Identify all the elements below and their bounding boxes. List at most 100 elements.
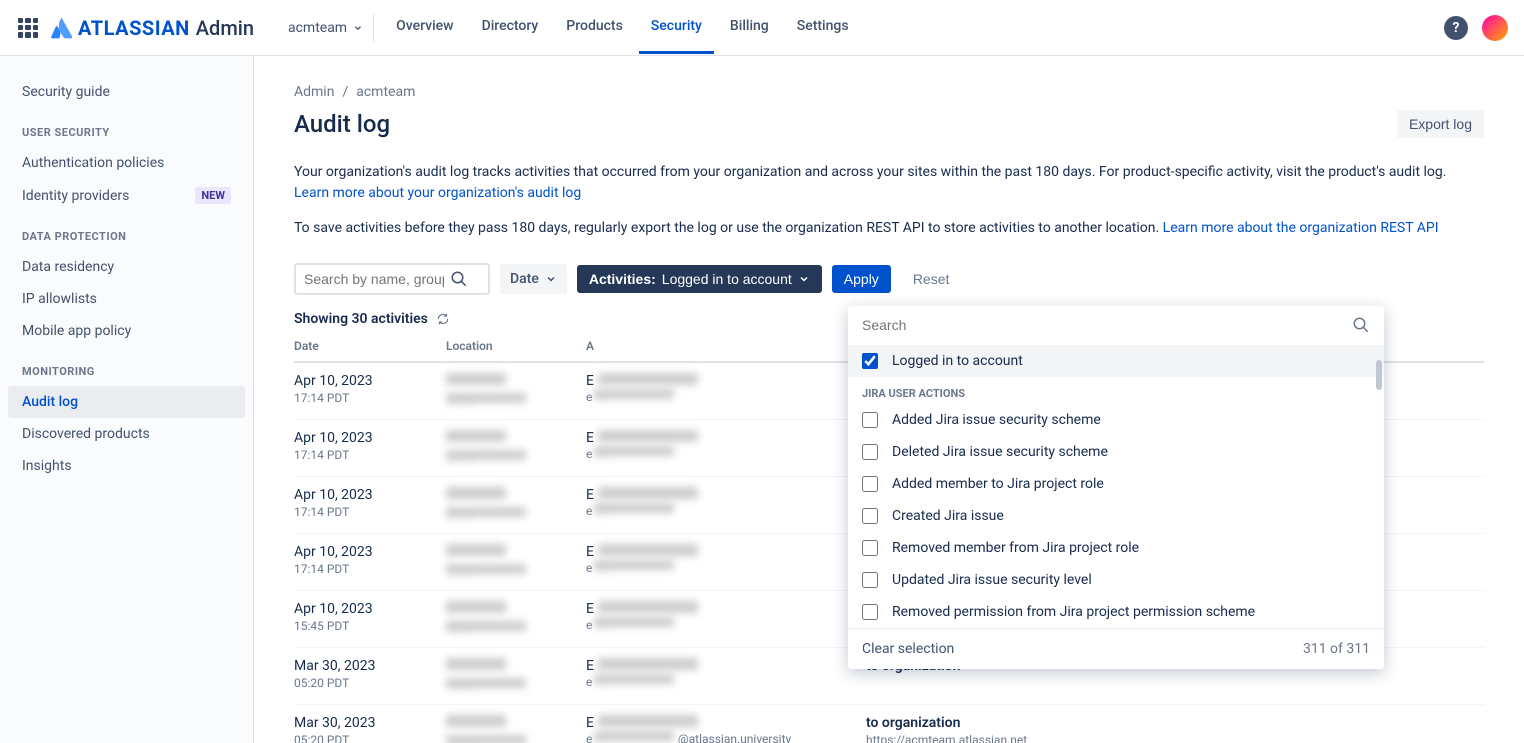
checkbox[interactable] <box>862 508 878 524</box>
checkbox[interactable] <box>862 604 878 620</box>
date-cell: Apr 10, 2023 17:14 PDT <box>294 430 446 466</box>
dropdown-item-label: Created Jira issue <box>892 508 1004 524</box>
reset-button[interactable]: Reset <box>901 265 962 293</box>
nav-security[interactable]: Security <box>639 1 714 54</box>
search-box[interactable] <box>294 263 490 295</box>
sidebar-item-label: Mobile app policy <box>22 323 131 339</box>
date-cell: Apr 10, 2023 15:45 PDT <box>294 601 446 637</box>
dropdown-item[interactable]: Added Jira issue security scheme <box>848 404 1384 436</box>
top-nav: ATLASSIAN Admin acmteam Overview Directo… <box>0 0 1524 56</box>
sidebar-heading-monitoring: MONITORING <box>8 347 245 386</box>
sidebar-heading-user-security: USER SECURITY <box>8 108 245 147</box>
dropdown-item[interactable]: Removed permission from Jira project per… <box>848 596 1384 628</box>
brand-name: ATLASSIAN <box>78 16 190 40</box>
dropdown-item[interactable]: Deleted Jira issue security scheme <box>848 436 1384 468</box>
dropdown-item[interactable]: Updated Jira issue security level <box>848 564 1384 596</box>
dropdown-scrollbar[interactable] <box>1376 360 1382 390</box>
dropdown-footer: Clear selection 311 of 311 <box>848 628 1384 669</box>
sidebar-data-residency[interactable]: Data residency <box>8 251 245 283</box>
main-content: Admin / acmteam Audit log Export log You… <box>254 56 1524 743</box>
checkbox[interactable] <box>862 444 878 460</box>
dropdown-item-selected[interactable]: Logged in to account <box>848 345 1384 377</box>
chevron-down-icon <box>798 273 810 285</box>
sidebar-item-label: Audit log <box>22 394 78 410</box>
checkbox[interactable] <box>862 540 878 556</box>
col-actor: A <box>586 339 866 353</box>
org-selector[interactable]: acmteam <box>278 14 374 42</box>
filters-row: Date Activities: Logged in to account Ap… <box>294 263 1484 295</box>
checkbox[interactable] <box>862 572 878 588</box>
sidebar-item-label: Insights <box>22 458 72 474</box>
refresh-icon[interactable] <box>436 312 450 326</box>
sidebar-security-guide[interactable]: Security guide <box>8 76 245 108</box>
search-input[interactable] <box>304 271 444 287</box>
table-row[interactable]: Mar 30, 2023 05:20 PDT xxxx xxxx Exxxx e… <box>294 705 1484 743</box>
sidebar-mobile-app-policy[interactable]: Mobile app policy <box>8 315 245 347</box>
search-icon <box>1352 316 1370 334</box>
dropdown-item-label: Removed member from Jira project role <box>892 540 1139 556</box>
dropdown-item-label: Added Jira issue security scheme <box>892 412 1101 428</box>
apply-button[interactable]: Apply <box>832 265 891 293</box>
sidebar-ip-allowlists[interactable]: IP allowlists <box>8 283 245 315</box>
actor-cell: Exxxx exx <box>586 373 866 409</box>
avatar[interactable] <box>1482 15 1508 41</box>
learn-more-api-link[interactable]: Learn more about the organization REST A… <box>1163 220 1439 236</box>
checkbox[interactable] <box>862 353 878 369</box>
breadcrumb-org[interactable]: acmteam <box>356 84 415 100</box>
activities-dropdown-panel: Logged in to account JIRA USER ACTIONS A… <box>848 306 1384 669</box>
breadcrumb-admin[interactable]: Admin <box>294 84 334 100</box>
nav-overview[interactable]: Overview <box>384 1 465 54</box>
breadcrumb-separator: / <box>342 84 348 100</box>
date-cell: Apr 10, 2023 17:14 PDT <box>294 544 446 580</box>
dropdown-item[interactable]: Created Jira issue <box>848 500 1384 532</box>
activities-filter-button[interactable]: Activities: Logged in to account <box>577 265 822 293</box>
clear-selection-button[interactable]: Clear selection <box>862 641 954 657</box>
sidebar-discovered-products[interactable]: Discovered products <box>8 418 245 450</box>
export-log-button[interactable]: Export log <box>1397 110 1484 138</box>
date-cell: Apr 10, 2023 17:14 PDT <box>294 487 446 523</box>
activities-prefix: Activities: <box>589 271 656 287</box>
sidebar-audit-log[interactable]: Audit log <box>8 386 245 418</box>
dropdown-item-label: Logged in to account <box>892 353 1023 369</box>
page-title: Audit log <box>294 110 390 138</box>
logo[interactable]: ATLASSIAN Admin <box>50 16 254 40</box>
app-switcher-icon[interactable] <box>16 16 40 40</box>
actor-cell: Exxxx exx <box>586 487 866 523</box>
atlassian-icon <box>50 17 72 39</box>
sidebar-identity-providers[interactable]: Identity providers NEW <box>8 179 245 212</box>
sidebar-item-label: Discovered products <box>22 426 150 442</box>
chevron-down-icon <box>353 23 363 33</box>
sidebar-item-label: IP allowlists <box>22 291 97 307</box>
chevron-down-icon <box>545 273 557 285</box>
dropdown-search <box>848 306 1384 345</box>
dropdown-item[interactable]: Added member to Jira project role <box>848 468 1384 500</box>
dropdown-body: Logged in to account JIRA USER ACTIONS A… <box>848 345 1384 628</box>
location-cell: xxxx xxxx <box>446 487 586 523</box>
help-icon[interactable]: ? <box>1444 16 1468 40</box>
dropdown-item[interactable]: Removed member from Jira project role <box>848 532 1384 564</box>
sidebar-heading-data-protection: DATA PROTECTION <box>8 212 245 251</box>
sidebar-item-label: Data residency <box>22 259 114 275</box>
actor-cell: Exxxx exx <box>586 601 866 637</box>
date-cell: Apr 10, 2023 17:14 PDT <box>294 373 446 409</box>
dropdown-search-input[interactable] <box>862 317 1319 333</box>
nav-settings[interactable]: Settings <box>785 1 861 54</box>
learn-more-audit-link[interactable]: Learn more about your organization's aud… <box>294 185 581 201</box>
checkbox[interactable] <box>862 476 878 492</box>
location-cell: xxxx xxxx <box>446 658 586 694</box>
actor-cell: Exxxx exx <box>586 658 866 694</box>
dropdown-item-label: Removed permission from Jira project per… <box>892 604 1255 620</box>
checkbox[interactable] <box>862 412 878 428</box>
description-2: To save activities before they pass 180 … <box>294 218 1484 239</box>
nav-billing[interactable]: Billing <box>718 1 781 54</box>
nav-products[interactable]: Products <box>554 1 635 54</box>
nav-directory[interactable]: Directory <box>470 1 551 54</box>
actor-cell: Exxxx exx <box>586 430 866 466</box>
date-filter-button[interactable]: Date <box>500 264 567 294</box>
nav-items: Overview Directory Products Security Bil… <box>384 1 860 54</box>
sidebar-insights[interactable]: Insights <box>8 450 245 482</box>
sidebar-auth-policies[interactable]: Authentication policies <box>8 147 245 179</box>
actor-cell: Exxxx exx @atlassian.university <box>586 715 866 743</box>
sidebar: Security guide USER SECURITY Authenticat… <box>0 56 254 743</box>
location-cell: xxxx xxxx <box>446 715 586 743</box>
